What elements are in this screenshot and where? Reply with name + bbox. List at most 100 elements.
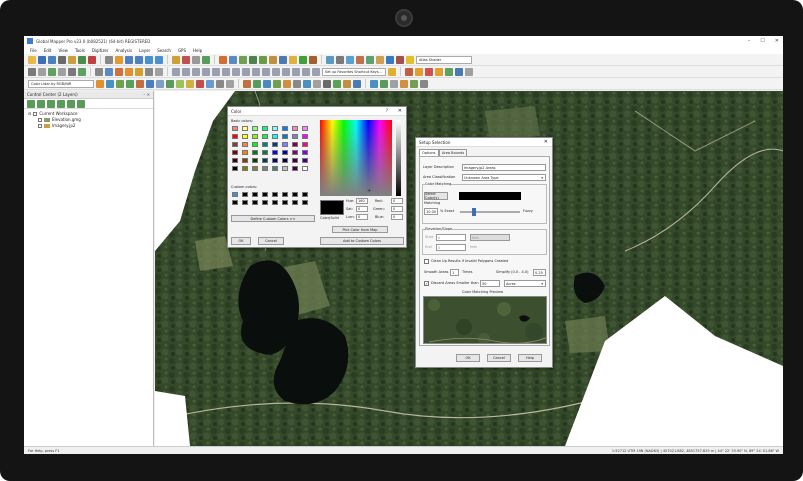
menu-layer[interactable]: Layer xyxy=(139,48,150,53)
color-swatch[interactable] xyxy=(282,142,288,147)
color-swatch[interactable] xyxy=(252,200,258,205)
color-swatch[interactable] xyxy=(302,166,308,171)
menu-analysis[interactable]: Analysis xyxy=(116,48,132,53)
color-spectrum[interactable] xyxy=(320,120,392,196)
color-swatch[interactable] xyxy=(282,126,288,131)
panel-close-button[interactable]: ✕ xyxy=(147,92,150,97)
color-swatch[interactable] xyxy=(262,150,268,155)
watershed-icon[interactable] xyxy=(376,55,384,64)
color-swatch[interactable] xyxy=(302,192,308,197)
move-icon[interactable] xyxy=(172,67,180,76)
draw-area-icon[interactable] xyxy=(38,67,46,76)
trim-icon[interactable] xyxy=(302,67,310,76)
color-swatch[interactable] xyxy=(262,166,268,171)
blue-input[interactable]: 0 xyxy=(391,214,403,220)
control-center-icon[interactable] xyxy=(78,55,86,64)
edit-vertex-icon[interactable] xyxy=(58,67,66,76)
color-swatch[interactable] xyxy=(262,134,268,139)
color-swatch[interactable] xyxy=(232,192,238,197)
layer-close-icon[interactable] xyxy=(67,100,75,108)
sat-input[interactable]: 0 xyxy=(356,206,368,212)
color-swatch[interactable] xyxy=(292,150,298,155)
color-cancel-button[interactable]: Cancel xyxy=(258,237,284,245)
color-swatch[interactable] xyxy=(262,192,268,197)
grid-icon[interactable] xyxy=(326,55,334,64)
help-button[interactable]: ? xyxy=(386,108,388,113)
tree-icon[interactable] xyxy=(166,79,174,88)
color-swatch[interactable] xyxy=(282,166,288,171)
reset-icon[interactable] xyxy=(420,79,428,88)
color-swatch[interactable] xyxy=(302,134,308,139)
globe-icon[interactable] xyxy=(38,55,46,64)
color-swatch[interactable] xyxy=(232,142,238,147)
workspace-checkbox[interactable] xyxy=(33,112,38,116)
filter-icon[interactable] xyxy=(303,79,311,88)
smooth-icon[interactable] xyxy=(155,67,163,76)
digitizer-icon[interactable] xyxy=(172,55,180,64)
color-ok-button[interactable]: OK xyxy=(231,237,251,245)
matching-slider-track[interactable] xyxy=(460,211,520,213)
target-icon[interactable] xyxy=(465,67,473,76)
red-input[interactable]: 0 xyxy=(391,198,403,204)
pin-icon[interactable] xyxy=(405,67,413,76)
split-icon[interactable] xyxy=(68,67,76,76)
layer-map-icon[interactable] xyxy=(77,100,85,108)
config-icon[interactable] xyxy=(68,55,76,64)
waypoint-icon[interactable] xyxy=(425,67,433,76)
layer-checkbox[interactable] xyxy=(38,118,42,122)
color-swatch[interactable] xyxy=(242,150,248,155)
raster-icon[interactable] xyxy=(346,55,354,64)
color-dialog-close-button[interactable]: ✕ xyxy=(398,108,402,114)
paste-icon[interactable] xyxy=(232,67,240,76)
color-swatch[interactable] xyxy=(272,126,278,131)
lidar-filter-icon[interactable] xyxy=(96,79,104,88)
end-input[interactable]: 0 xyxy=(436,244,466,251)
open-folder-icon[interactable] xyxy=(28,55,36,64)
tile-icon[interactable] xyxy=(400,79,408,88)
color-swatch[interactable] xyxy=(302,126,308,131)
color-swatch[interactable] xyxy=(292,126,298,131)
buffer-icon[interactable] xyxy=(95,67,103,76)
gps-icon[interactable] xyxy=(445,67,453,76)
back-icon[interactable] xyxy=(145,55,153,64)
pointer-icon[interactable] xyxy=(105,55,113,64)
color-swatch[interactable] xyxy=(252,126,258,131)
color-swatch[interactable] xyxy=(242,142,248,147)
discard-input[interactable]: 50 xyxy=(480,280,500,287)
color-swatch[interactable] xyxy=(272,166,278,171)
matching-slider-thumb[interactable] xyxy=(472,208,476,216)
tab-area-bounds[interactable]: Area Bounds xyxy=(439,149,468,156)
color-swatch[interactable] xyxy=(252,142,258,147)
color-swatch[interactable] xyxy=(252,192,258,197)
export-icon[interactable] xyxy=(313,79,321,88)
full-view-icon[interactable] xyxy=(155,55,163,64)
sun-icon[interactable] xyxy=(289,55,297,64)
extend-icon[interactable] xyxy=(292,67,300,76)
corner-icon[interactable] xyxy=(312,67,320,76)
tab-options[interactable]: Options xyxy=(419,149,439,156)
lidar-class-icon[interactable] xyxy=(106,79,114,88)
luminance-bar[interactable] xyxy=(396,120,401,196)
vertical-exaggeration-icon[interactable] xyxy=(229,55,237,64)
menu-tools[interactable]: Tools xyxy=(75,48,85,53)
color-swatch[interactable] xyxy=(272,150,278,155)
color-swatch[interactable] xyxy=(252,134,258,139)
layer-description-input[interactable]: Imagery.jp2 Areas xyxy=(462,164,546,171)
discard-checkbox[interactable]: ✓ xyxy=(424,281,429,286)
layer-node-imagery[interactable]: Imagery.jp2 xyxy=(28,123,149,129)
draw-point-icon[interactable] xyxy=(48,67,56,76)
trace-icon[interactable] xyxy=(145,67,153,76)
print-icon[interactable] xyxy=(58,55,66,64)
color-swatch[interactable] xyxy=(242,192,248,197)
setup-help-button[interactable]: Help xyxy=(518,354,542,362)
close-button[interactable]: ✕ xyxy=(775,38,779,44)
building-icon[interactable] xyxy=(136,79,144,88)
noise-icon[interactable] xyxy=(156,79,164,88)
forest-icon[interactable] xyxy=(273,79,281,88)
water-icon[interactable] xyxy=(279,55,287,64)
place-icon[interactable] xyxy=(415,67,423,76)
layer-checkbox[interactable] xyxy=(38,124,42,128)
maximize-button[interactable]: ☐ xyxy=(760,38,764,44)
color-swatch[interactable] xyxy=(292,134,298,139)
terrain-icon[interactable] xyxy=(239,55,247,64)
